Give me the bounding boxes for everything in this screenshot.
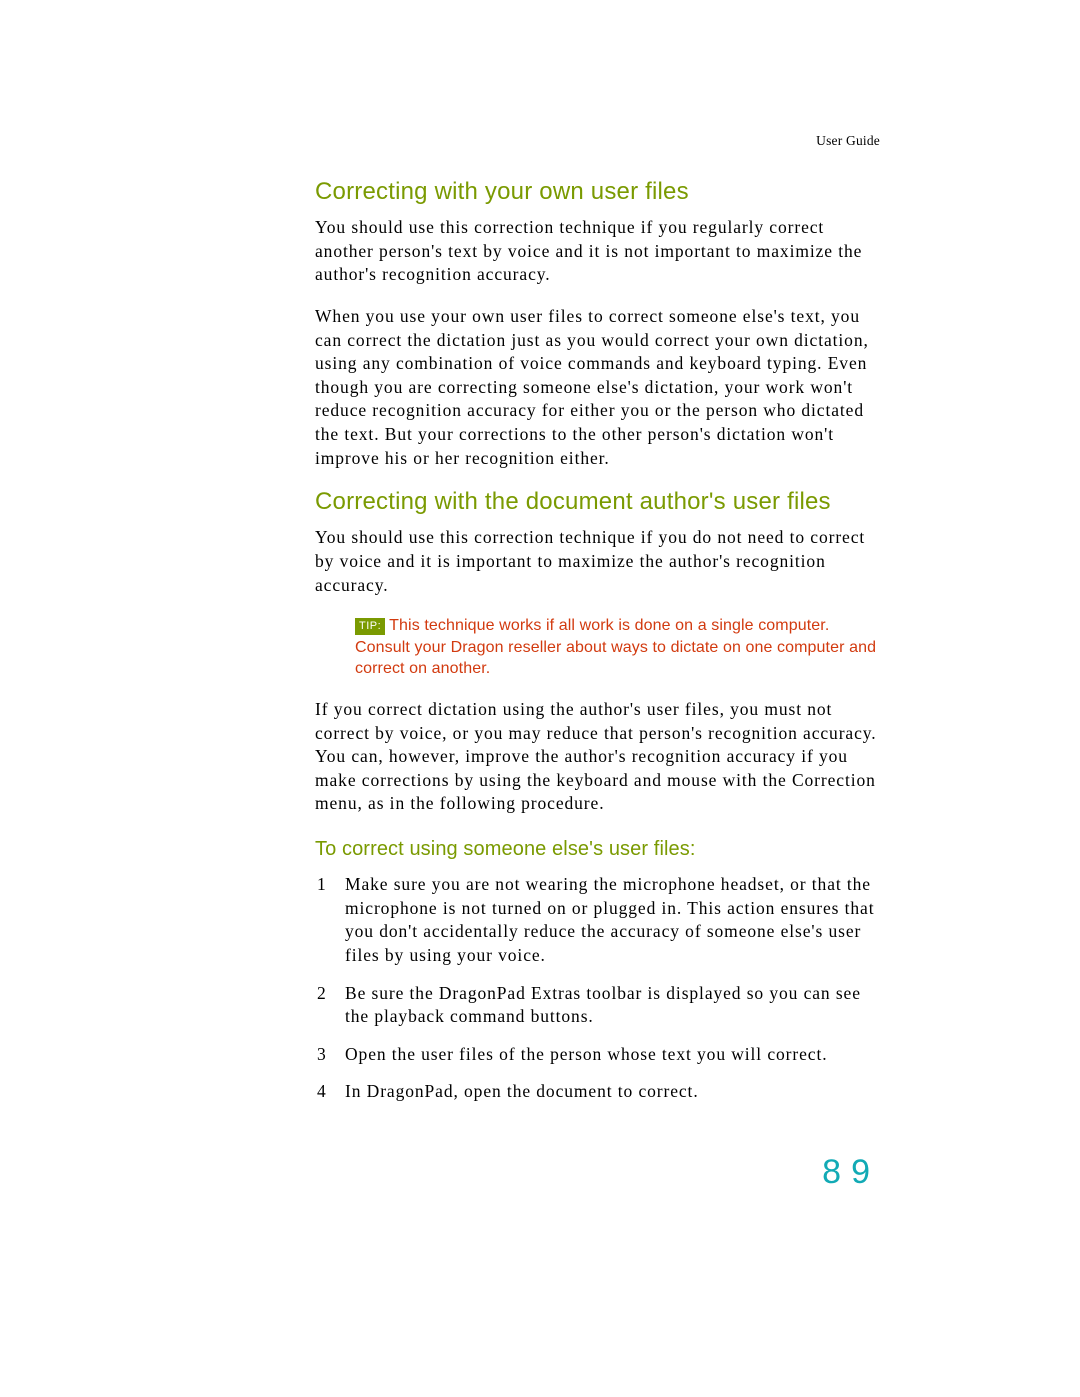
body-paragraph: You should use this correction technique… (315, 526, 880, 597)
list-item: Be sure the DragonPad Extras toolbar is … (315, 982, 880, 1029)
list-item: Make sure you are not wearing the microp… (315, 873, 880, 968)
procedure-steps: Make sure you are not wearing the microp… (315, 873, 880, 1104)
document-page: User Guide Correcting with your own user… (0, 0, 1080, 1397)
running-header: User Guide (816, 133, 880, 149)
body-paragraph: If you correct dictation using the autho… (315, 698, 880, 816)
page-content: Correcting with your own user files You … (315, 178, 880, 1104)
tip-text: This technique works if all work is done… (355, 617, 876, 677)
body-paragraph: When you use your own user files to corr… (315, 305, 880, 470)
tip-callout: TIP:This technique works if all work is … (355, 615, 880, 680)
procedure-heading: To correct using someone else's user fil… (315, 838, 880, 861)
body-paragraph: You should use this correction technique… (315, 216, 880, 287)
list-item: Open the user files of the person whose … (315, 1043, 880, 1067)
tip-badge: TIP: (355, 618, 385, 635)
list-item: In DragonPad, open the document to corre… (315, 1080, 880, 1104)
section-heading-own-files: Correcting with your own user files (315, 178, 880, 206)
page-number: 89 (822, 1153, 880, 1192)
section-heading-author-files: Correcting with the document author's us… (315, 488, 880, 516)
